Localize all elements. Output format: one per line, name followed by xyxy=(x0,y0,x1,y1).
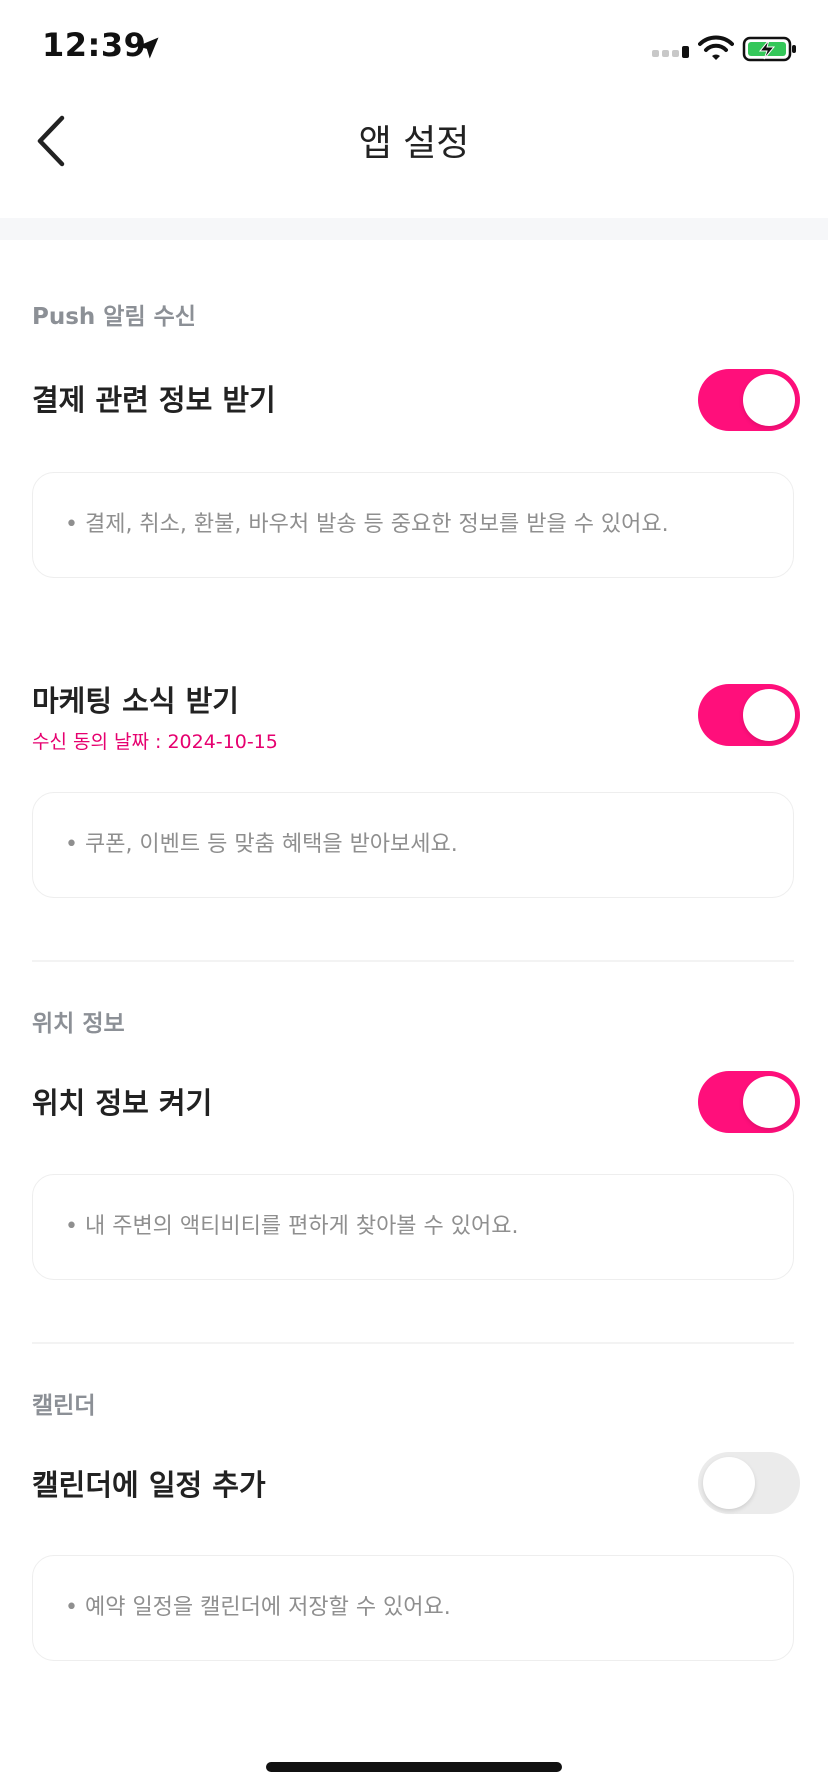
location-arrow-icon xyxy=(137,37,159,59)
section-label-push: Push 알림 수신 xyxy=(32,304,196,330)
marketing-consent-date: 수신 동의 날짜 : 2024-10-15 xyxy=(32,731,278,753)
location-description: • 내 주변의 액티비티를 편하게 찾아볼 수 있어요. xyxy=(65,1214,519,1239)
section-label-location: 위치 정보 xyxy=(32,1011,125,1037)
location-toggle[interactable] xyxy=(698,1071,800,1133)
toggle-knob xyxy=(743,689,795,741)
wifi-icon xyxy=(698,35,734,60)
toggle-knob xyxy=(703,1457,755,1509)
location-title: 위치 정보 켜기 xyxy=(32,1086,213,1120)
cellular-signal-icon xyxy=(652,46,689,58)
payment-info-description-box: • 결제, 취소, 환불, 바우처 발송 등 중요한 정보를 받을 수 있어요. xyxy=(32,472,794,578)
marketing-title: 마케팅 소식 받기 xyxy=(32,684,239,718)
battery-charging-icon xyxy=(742,36,796,62)
section-label-calendar: 캘린더 xyxy=(32,1393,96,1419)
payment-info-description: • 결제, 취소, 환불, 바우처 발송 등 중요한 정보를 받을 수 있어요. xyxy=(65,512,669,537)
header-divider xyxy=(0,218,828,240)
section-divider xyxy=(32,1342,794,1344)
marketing-description: • 쿠폰, 이벤트 등 맞춤 혜택을 받아보세요. xyxy=(65,832,458,857)
calendar-description-box: • 예약 일정을 캘린더에 저장할 수 있어요. xyxy=(32,1555,794,1661)
calendar-title: 캘린더에 일정 추가 xyxy=(32,1468,266,1502)
calendar-toggle[interactable] xyxy=(698,1452,800,1514)
calendar-description: • 예약 일정을 캘린더에 저장할 수 있어요. xyxy=(65,1595,451,1620)
payment-info-title: 결제 관련 정보 받기 xyxy=(32,383,276,417)
marketing-toggle[interactable] xyxy=(698,684,800,746)
status-time: 12:39 xyxy=(42,26,147,64)
home-indicator xyxy=(266,1762,562,1772)
toggle-knob xyxy=(743,374,795,426)
payment-info-toggle[interactable] xyxy=(698,369,800,431)
toggle-knob xyxy=(743,1076,795,1128)
location-description-box: • 내 주변의 액티비티를 편하게 찾아볼 수 있어요. xyxy=(32,1174,794,1280)
section-divider xyxy=(32,960,794,962)
marketing-description-box: • 쿠폰, 이벤트 등 맞춤 혜택을 받아보세요. xyxy=(32,792,794,898)
page-title: 앱 설정 xyxy=(358,123,470,164)
